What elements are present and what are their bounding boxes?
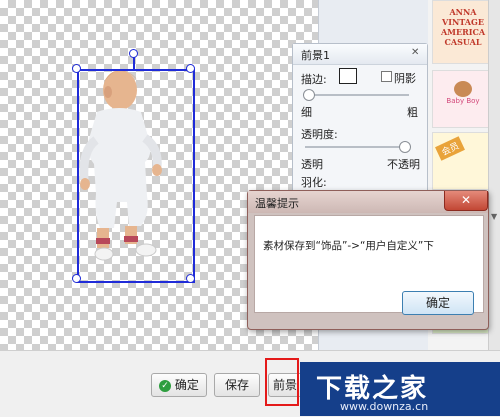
highlight-frame xyxy=(265,358,299,406)
thin-label: 细 xyxy=(301,106,312,119)
dialog-confirm-label: 确定 xyxy=(425,296,450,310)
opaque-label: 不透明 xyxy=(387,158,420,171)
thick-label: 粗 xyxy=(407,106,418,119)
bear-icon xyxy=(454,81,472,97)
feather-label: 羽化: xyxy=(301,176,327,189)
dialog-close-button[interactable]: ✕ xyxy=(444,191,488,211)
opacity-slider-knob[interactable] xyxy=(399,141,411,153)
confirm-button[interactable]: ✓ 确定 xyxy=(151,373,207,397)
thumbnail-scrollbar[interactable]: ▼ xyxy=(488,0,500,350)
thumbnail-vintage-text: ANNA VINTAGE AMERICA CASUAL xyxy=(440,7,486,47)
shadow-checkbox[interactable] xyxy=(381,71,392,82)
stroke-width-slider-knob[interactable] xyxy=(303,89,315,101)
thumbnail-member[interactable]: 会员 xyxy=(432,132,494,190)
thumbnail-bear-text: Baby Boy xyxy=(446,97,480,105)
save-label: 保存 xyxy=(224,378,249,392)
opacity-slider[interactable] xyxy=(305,146,409,148)
resize-handle-top-right[interactable] xyxy=(186,64,195,73)
stroke-label: 描边: xyxy=(301,73,327,86)
scroll-down-arrow-icon[interactable]: ▼ xyxy=(491,212,497,221)
resize-handle-bottom-left[interactable] xyxy=(72,274,81,283)
tip-message: 素材保存到“饰品”->“用户自定义”下 xyxy=(263,240,434,252)
save-button[interactable]: 保存 xyxy=(214,373,260,397)
stroke-width-slider[interactable] xyxy=(305,94,409,96)
shadow-label: 阴影 xyxy=(394,72,416,85)
opacity-label: 透明度: xyxy=(301,128,338,141)
stroke-color-swatch[interactable] xyxy=(339,68,357,84)
thumbnail-vintage[interactable]: ANNA VINTAGE AMERICA CASUAL xyxy=(432,0,494,64)
thumbnail-bear[interactable]: Baby Boy xyxy=(432,70,494,128)
resize-handle-bottom-right[interactable] xyxy=(186,274,195,283)
dialog-confirm-button[interactable]: 确定 xyxy=(402,291,474,315)
foreground-panel-header: 前景1 ✕ xyxy=(293,44,427,65)
tip-dialog-title: 温馨提示 xyxy=(255,197,299,210)
check-icon: ✓ xyxy=(159,379,172,392)
transparent-label: 透明 xyxy=(301,158,323,171)
confirm-label: 确定 xyxy=(174,378,199,392)
site-watermark: 下载之家 www.downza.cn xyxy=(300,362,500,416)
selection-box[interactable] xyxy=(77,69,195,283)
rotate-handle[interactable] xyxy=(129,49,138,58)
foreground-panel-title: 前景1 xyxy=(301,49,330,62)
close-icon[interactable]: ✕ xyxy=(411,47,419,58)
watermark-url: www.downza.cn xyxy=(340,400,429,413)
foreground-panel: 前景1 ✕ 描边: 阴影 细 粗 透明度: 透明 不透明 羽化: xyxy=(292,43,428,195)
tip-dialog: 温馨提示 ✕ 素材保存到“饰品”->“用户自定义”下 确定 xyxy=(247,190,489,330)
resize-handle-top-left[interactable] xyxy=(72,64,81,73)
close-icon: ✕ xyxy=(460,193,472,207)
thumbnail-member-text: 会员 xyxy=(435,136,465,161)
